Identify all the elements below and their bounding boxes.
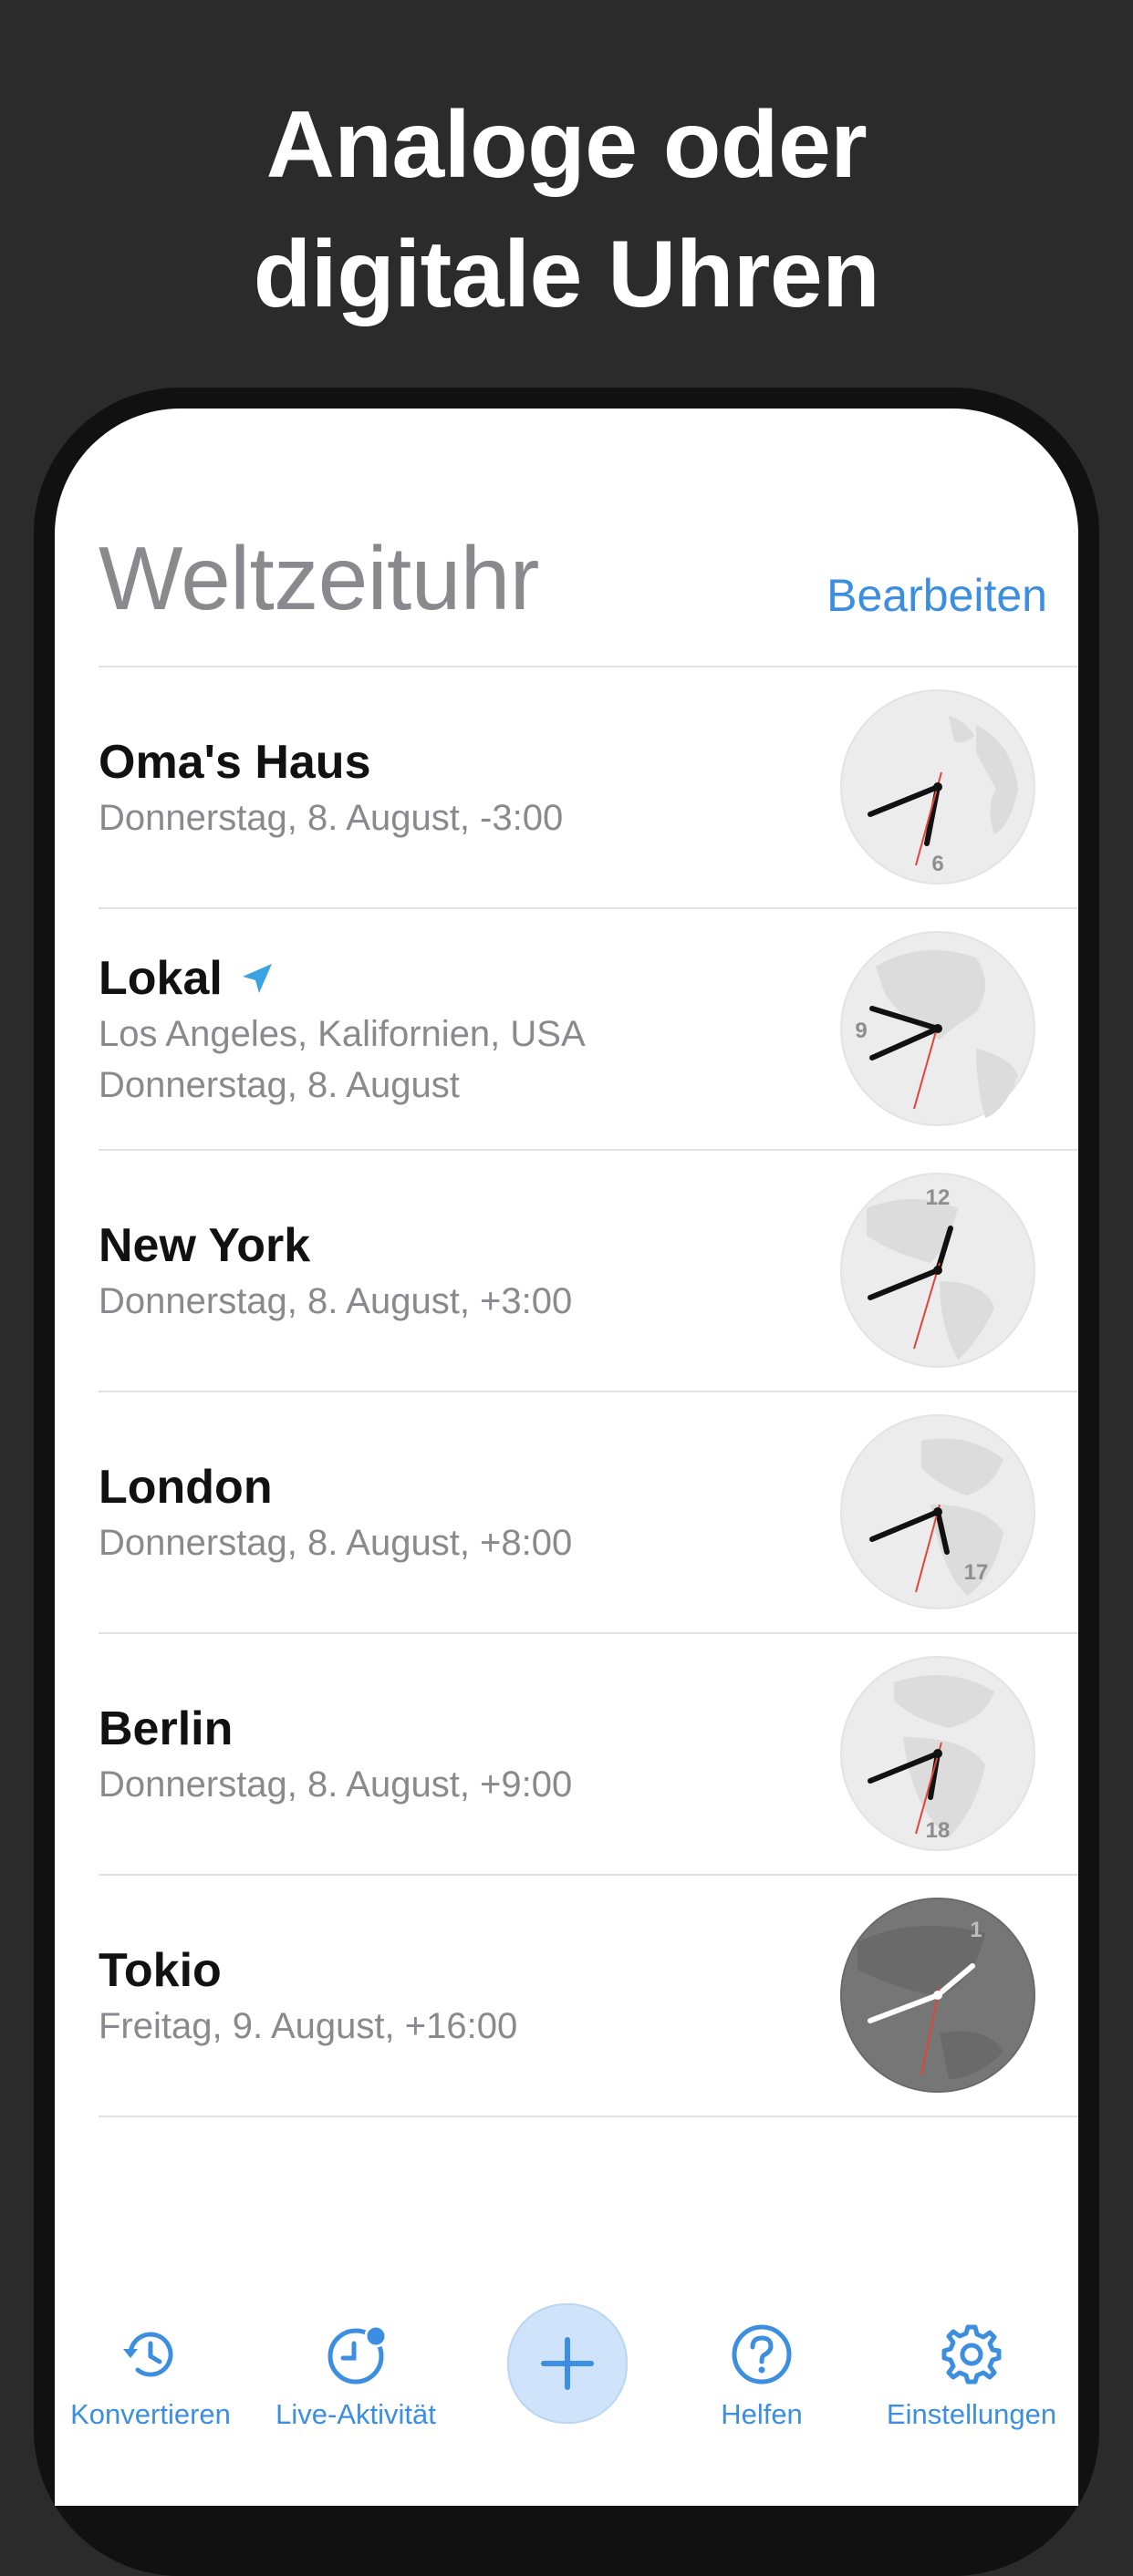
- history-clock-icon: [123, 2332, 173, 2377]
- clock-badge-icon: [327, 2324, 388, 2385]
- edit-button[interactable]: Bearbeiten: [826, 569, 1047, 622]
- headline-line-2: digitale Uhren: [253, 222, 880, 327]
- clock-location: Los Angeles, Kalifornien, USA: [99, 1013, 586, 1054]
- analog-clock-globe-icon: 17: [840, 1414, 1035, 1609]
- tab-live-activity-label: Live-Aktivität: [275, 2398, 436, 2430]
- plus-icon: [541, 2337, 594, 2390]
- clock-detail: Donnerstag, 8. August, +9:00: [99, 1764, 573, 1805]
- tab-bar: Konvertieren Live-Aktivität Helfen Einst…: [55, 2278, 1078, 2506]
- clock-detail: Donnerstag, 8. August: [99, 1064, 460, 1105]
- question-circle-icon: [732, 2324, 792, 2385]
- headline-line-1: Analoge oder: [265, 92, 868, 198]
- add-clock-button[interactable]: [507, 2303, 628, 2424]
- clock-detail: Donnerstag, 8. August, +3:00: [99, 1280, 573, 1321]
- clock-row-new-york[interactable]: New York Donnerstag, 8. August, +3:00 12: [99, 1151, 1078, 1392]
- clock-list: Oma's Haus Donnerstag, 8. August, -3:00 …: [55, 667, 1078, 2117]
- page-title: Weltzeituhr: [99, 528, 539, 628]
- tab-help-label: Helfen: [721, 2398, 803, 2430]
- clock-hour-label: 12: [926, 1185, 951, 1210]
- phone-screen: Weltzeituhr Bearbeiten Oma's Haus Donner…: [55, 409, 1078, 2506]
- analog-clock-globe-icon: 18: [840, 1656, 1035, 1851]
- tab-live-activity[interactable]: Live-Aktivität: [265, 2322, 447, 2431]
- tab-settings-label: Einstellungen: [886, 2398, 1057, 2430]
- clock-name: Berlin: [99, 1702, 234, 1755]
- clock-hour-label: 9: [855, 1019, 867, 1043]
- analog-clock-globe-icon: 12: [840, 1173, 1035, 1368]
- clock-row-london[interactable]: London Donnerstag, 8. August, +8:00 17: [99, 1392, 1078, 1634]
- tab-settings[interactable]: Einstellungen: [876, 2322, 1067, 2431]
- analog-clock-globe-icon: 1: [840, 1898, 1035, 2093]
- clock-row-berlin[interactable]: Berlin Donnerstag, 8. August, +9:00 18: [99, 1634, 1078, 1876]
- clock-hour-label: 6: [931, 852, 943, 876]
- clock-name: London: [99, 1460, 273, 1514]
- clock-row-tokio[interactable]: Tokio Freitag, 9. August, +16:00 1: [99, 1876, 1078, 2117]
- location-arrow-icon: [242, 963, 272, 993]
- clock-hour-label: 17: [964, 1560, 989, 1585]
- headline: Analoge oder digitale Uhren: [0, 80, 1133, 339]
- tab-convert[interactable]: Konvertieren: [64, 2322, 237, 2431]
- tab-help[interactable]: Helfen: [702, 2322, 821, 2431]
- clock-detail: Freitag, 9. August, +16:00: [99, 2005, 518, 2046]
- clock-name: New York: [99, 1218, 311, 1272]
- clock-row-lokal[interactable]: Lokal Los Angeles, Kalifornien, USA Donn…: [99, 909, 1078, 1151]
- clock-hour-label: 1: [970, 1918, 982, 1942]
- clock-name: Lokal: [99, 948, 586, 1009]
- clock-name: Oma's Haus: [99, 735, 371, 789]
- analog-clock-globe-icon: 9: [840, 931, 1035, 1126]
- gear-icon: [941, 2324, 1002, 2385]
- clock-row-omas-haus[interactable]: Oma's Haus Donnerstag, 8. August, -3:00 …: [99, 667, 1078, 909]
- clock-detail: Donnerstag, 8. August, -3:00: [99, 797, 564, 838]
- analog-clock-globe-icon: 6: [840, 689, 1035, 885]
- clock-name: Tokio: [99, 1943, 222, 1997]
- clock-hour-label: 18: [926, 1818, 951, 1843]
- clock-detail: Donnerstag, 8. August, +8:00: [99, 1522, 573, 1563]
- tab-convert-label: Konvertieren: [70, 2398, 231, 2430]
